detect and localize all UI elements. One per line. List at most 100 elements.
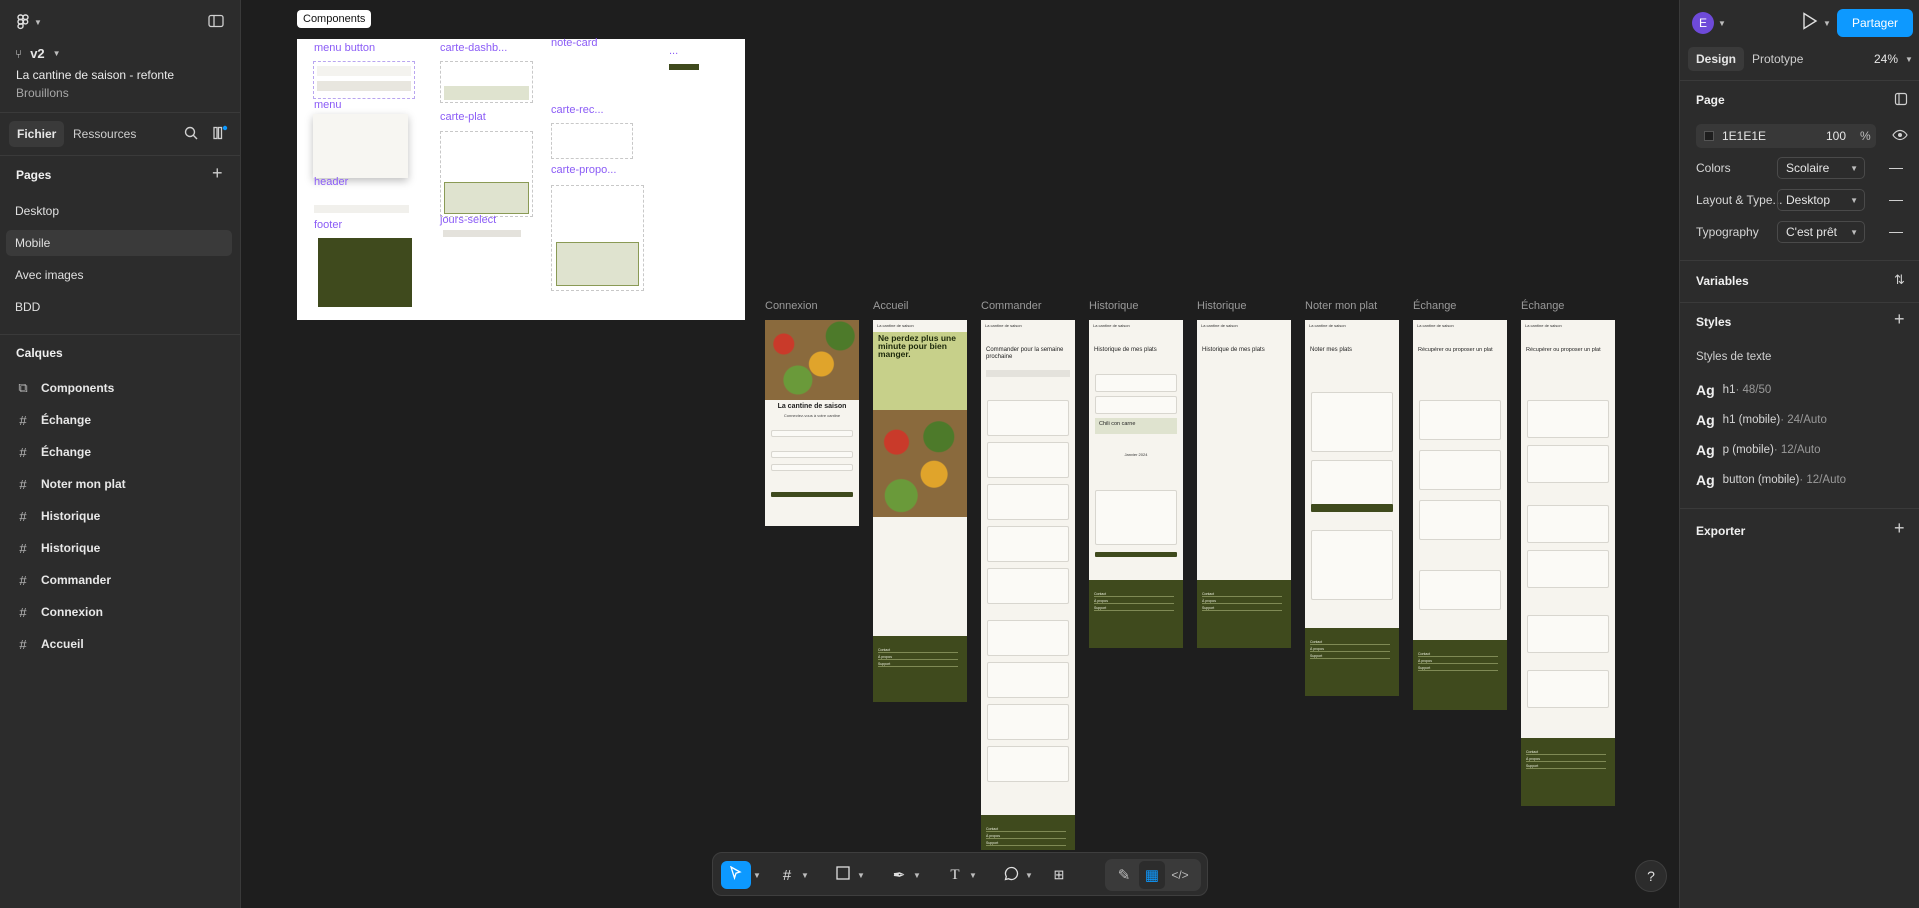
component-carte-dashboard[interactable]: carte-dashb... [440, 42, 507, 54]
chevron-down-icon[interactable]: ▼ [857, 861, 865, 889]
design-canvas[interactable]: Components menu button carte-dashb... no… [241, 0, 1679, 908]
zoom-level[interactable]: 24% [1874, 52, 1898, 66]
component-carte-proposition[interactable]: carte-propo... [551, 164, 616, 176]
chevron-down-icon[interactable]: ▼ [1905, 55, 1913, 64]
frame-echange[interactable]: La cantine de saison Récupérer ou propos… [1413, 320, 1507, 710]
pen-tool-button[interactable]: ✒ [887, 861, 911, 889]
chevron-down-icon[interactable]: ▼ [913, 861, 921, 889]
component-header[interactable]: header [314, 176, 348, 188]
actions-tool-button[interactable]: ⊞ [1047, 861, 1071, 889]
chevron-down-icon[interactable]: ▼ [801, 861, 809, 889]
page-settings-icon[interactable] [1894, 92, 1908, 109]
component-footer[interactable]: footer [314, 219, 342, 231]
library-icon[interactable] [212, 125, 228, 141]
components-frame-badge[interactable]: Components [297, 10, 372, 28]
frame-label-historique[interactable]: Historique [1089, 300, 1139, 312]
layer-connexion[interactable]: # Connexion [0, 598, 240, 626]
tab-design[interactable]: Design [1688, 47, 1745, 71]
layer-historique[interactable]: # Historique [0, 502, 240, 530]
chevron-down-icon[interactable]: ▼ [1718, 19, 1726, 28]
text-style-h1[interactable]: Ag h1 · 48/50 [1696, 378, 1771, 402]
layer-commander[interactable]: # Commander [0, 566, 240, 594]
chevron-down-icon[interactable]: ▼ [753, 861, 761, 889]
colors-mode-select[interactable]: Scolaire ▼ [1777, 157, 1865, 179]
remove-mode-icon[interactable] [1889, 199, 1903, 201]
frame-historique[interactable]: La cantine de saison Historique de mes p… [1197, 320, 1291, 648]
page-item-mobile[interactable]: Mobile [6, 230, 232, 256]
avatar[interactable]: E [1692, 12, 1714, 34]
frame-connexion[interactable]: La cantine de saison Connectez-vous à vo… [765, 320, 859, 526]
page-item-avec-images[interactable]: Avec images [6, 262, 232, 288]
chevron-down-icon[interactable]: ▼ [1823, 19, 1831, 28]
project-name[interactable]: Brouillons [16, 86, 69, 100]
move-tool-button[interactable] [721, 861, 751, 889]
frame-commander[interactable]: La cantine de saison Commander pour la s… [981, 320, 1075, 850]
page-fill-field[interactable]: 1E1E1E 100 % [1696, 124, 1876, 148]
page-item-bdd[interactable]: BDD [6, 294, 232, 320]
frame-label-connexion[interactable]: Connexion [765, 300, 818, 312]
remove-mode-icon[interactable] [1889, 167, 1903, 169]
frame-label-echange[interactable]: Échange [1521, 300, 1564, 312]
frame-tool-button[interactable]: # [775, 861, 799, 889]
tab-ressources[interactable]: Ressources [73, 121, 136, 147]
frame-noter-mon-plat[interactable]: La cantine de saison Noter mes plats Con… [1305, 320, 1399, 696]
layer-noter-mon-plat[interactable]: # Noter mon plat [0, 470, 240, 498]
eye-icon[interactable] [1892, 128, 1908, 145]
layer-echange[interactable]: # Échange [0, 438, 240, 466]
draw-icon: ✎ [1117, 867, 1131, 884]
file-name[interactable]: La cantine de saison - refonte [16, 68, 174, 82]
shape-tool-button[interactable] [831, 861, 855, 889]
component-carte-plat[interactable]: carte-plat [440, 111, 486, 123]
design-mode-button[interactable]: ▦ [1139, 861, 1165, 889]
layer-components[interactable]: ⧉ Components [0, 374, 240, 402]
component-menu-button[interactable]: menu button [314, 42, 375, 54]
remove-mode-icon[interactable] [1889, 231, 1903, 233]
chevron-down-icon[interactable]: ▼ [969, 861, 977, 889]
add-export-icon[interactable]: + [1894, 518, 1905, 539]
page-color-value[interactable]: 1E1E1E [1722, 129, 1766, 143]
page-opacity-value[interactable]: 100 [1826, 129, 1846, 143]
branch-icon: ⑂ [15, 46, 23, 61]
frame-echange[interactable]: La cantine de saison Récupérer ou propos… [1521, 320, 1615, 806]
component-jours-select[interactable]: jours-select [440, 214, 496, 226]
color-swatch[interactable] [1704, 131, 1714, 141]
layout-mode-select[interactable]: Desktop ▼ [1777, 189, 1865, 211]
present-icon[interactable] [1802, 12, 1818, 33]
layer-historique[interactable]: # Historique [0, 534, 240, 562]
draw-mode-button[interactable]: ✎ [1111, 861, 1137, 889]
share-button[interactable]: Partager [1837, 9, 1913, 37]
main-menu-button[interactable]: ▼ [16, 14, 42, 30]
sidebar-toggle-icon[interactable] [208, 14, 224, 28]
components-frame[interactable]: menu button carte-dashb... note-card ...… [297, 37, 745, 320]
component-menu[interactable]: menu [314, 99, 342, 111]
component-more[interactable]: ... [669, 45, 678, 57]
text-style-p-mobile[interactable]: Ag p (mobile) · 12/Auto [1696, 438, 1820, 462]
tab-fichier[interactable]: Fichier [9, 121, 65, 147]
component-note-card[interactable]: note-card [551, 37, 597, 49]
add-style-icon[interactable]: + [1894, 309, 1905, 330]
comment-tool-button[interactable] [999, 861, 1023, 889]
frame-label-echange[interactable]: Échange [1413, 300, 1456, 312]
page-item-desktop[interactable]: Desktop [6, 198, 232, 224]
add-page-icon[interactable]: + [212, 163, 223, 184]
chevron-down-icon[interactable]: ▼ [1025, 861, 1033, 889]
text-tool-button[interactable]: T [943, 861, 967, 889]
frame-label-commander[interactable]: Commander [981, 300, 1042, 312]
layer-accueil[interactable]: # Accueil [0, 630, 240, 658]
frame-accueil[interactable]: La cantine de saison Ne perdez plus une … [873, 320, 967, 702]
dev-mode-button[interactable]: </> [1167, 861, 1193, 889]
branch-selector[interactable]: ⑂ v2 ▼ [15, 46, 61, 61]
text-style-h1-mobile[interactable]: Ag h1 (mobile) · 24/Auto [1696, 408, 1827, 432]
frame-historique[interactable]: La cantine de saison Historique de mes p… [1089, 320, 1183, 648]
text-style-button-mobile[interactable]: Ag button (mobile) · 12/Auto [1696, 468, 1846, 492]
frame-label-historique[interactable]: Historique [1197, 300, 1247, 312]
search-icon[interactable] [184, 126, 198, 140]
tab-prototype[interactable]: Prototype [1752, 47, 1803, 71]
typography-mode-select[interactable]: C'est prêt ▼ [1777, 221, 1865, 243]
component-carte-recette[interactable]: carte-rec... [551, 104, 604, 116]
help-button[interactable]: ? [1635, 860, 1667, 892]
layer-echange[interactable]: # Échange [0, 406, 240, 434]
frame-label-noter-mon-plat[interactable]: Noter mon plat [1305, 300, 1377, 312]
variables-settings-icon[interactable]: ⇅ [1894, 272, 1905, 288]
frame-label-accueil[interactable]: Accueil [873, 300, 908, 312]
